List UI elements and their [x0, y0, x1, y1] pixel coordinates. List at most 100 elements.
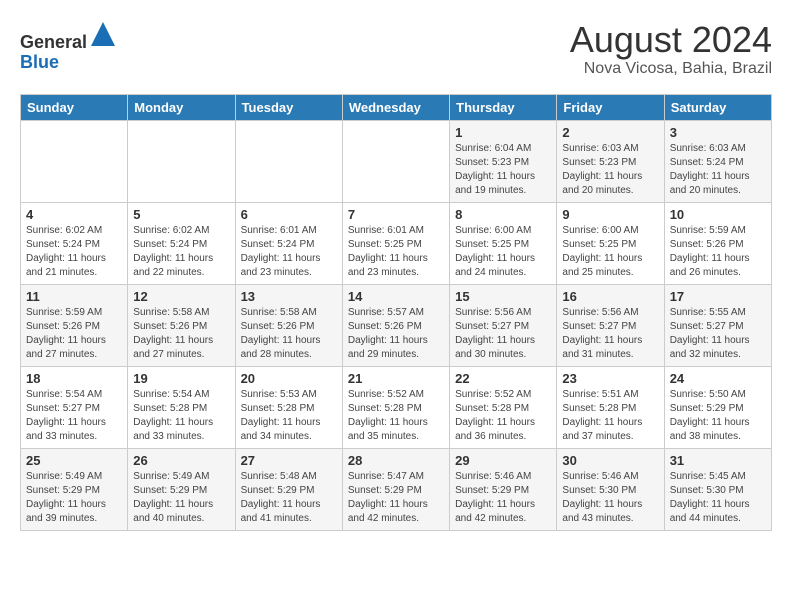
day-header-saturday: Saturday — [664, 94, 771, 120]
day-cell-1-4 — [342, 120, 449, 202]
day-header-friday: Friday — [557, 94, 664, 120]
day-info: Sunrise: 5:59 AM Sunset: 5:26 PM Dayligh… — [670, 224, 766, 280]
day-cell-4-3: 20 Sunrise: 5:53 AM Sunset: 5:28 PM Dayli… — [235, 366, 342, 448]
day-header-sunday: Sunday — [21, 94, 128, 120]
day-number: 11 — [26, 289, 122, 304]
day-cell-4-7: 24Sunrise: 5:50 AM Sunset: 5:29 PM Dayli… — [664, 366, 771, 448]
day-info: Sunrise: 5:46 AM Sunset: 5:30 PM Dayligh… — [562, 470, 658, 526]
day-cell-3-4: 14 Sunrise: 5:57 AM Sunset: 5:26 PM Dayli… — [342, 284, 449, 366]
day-cell-4-4: 21 Sunrise: 5:52 AM Sunset: 5:28 PM Dayli… — [342, 366, 449, 448]
day-cell-3-2: 12 Sunrise: 5:58 AM Sunset: 5:26 PM Dayli… — [128, 284, 235, 366]
day-cell-5-5: 29 Sunrise: 5:46 AM Sunset: 5:29 PM Dayli… — [450, 448, 557, 530]
day-header-monday: Monday — [128, 94, 235, 120]
day-info: Sunrise: 6:02 AM Sunset: 5:24 PM Dayligh… — [26, 224, 122, 280]
day-info: Sunrise: 5:46 AM Sunset: 5:29 PM Dayligh… — [455, 470, 551, 526]
day-cell-2-3: 6Sunrise: 6:01 AM Sunset: 5:24 PM Daylig… — [235, 202, 342, 284]
day-number: 2 — [562, 125, 658, 140]
day-info: Sunrise: 6:02 AM Sunset: 5:24 PM Dayligh… — [133, 224, 229, 280]
day-cell-2-5: 8 Sunrise: 6:00 AM Sunset: 5:25 PM Daylig… — [450, 202, 557, 284]
day-header-thursday: Thursday — [450, 94, 557, 120]
day-number: 12 — [133, 289, 229, 304]
page-header: General Blue August 2024 Nova Vicosa, Ba… — [20, 20, 772, 78]
day-number: 30 — [562, 453, 658, 468]
month-year: August 2024 — [570, 20, 772, 60]
day-cell-4-6: 23 Sunrise: 5:51 AM Sunset: 5:28 PM Dayli… — [557, 366, 664, 448]
day-cell-4-1: 18Sunrise: 5:54 AM Sunset: 5:27 PM Dayli… — [21, 366, 128, 448]
week-row-2: 4 Sunrise: 6:02 AM Sunset: 5:24 PM Daylig… — [21, 202, 772, 284]
day-number: 26 — [133, 453, 229, 468]
day-info: Sunrise: 5:45 AM Sunset: 5:30 PM Dayligh… — [670, 470, 766, 526]
day-cell-2-4: 7Sunrise: 6:01 AM Sunset: 5:25 PM Daylig… — [342, 202, 449, 284]
day-info: Sunrise: 5:58 AM Sunset: 5:26 PM Dayligh… — [133, 306, 229, 362]
day-info: Sunrise: 5:49 AM Sunset: 5:29 PM Dayligh… — [26, 470, 122, 526]
day-cell-1-7: 3Sunrise: 6:03 AM Sunset: 5:24 PM Daylig… — [664, 120, 771, 202]
week-row-4: 18Sunrise: 5:54 AM Sunset: 5:27 PM Dayli… — [21, 366, 772, 448]
day-number: 21 — [348, 371, 444, 386]
day-number: 20 — [241, 371, 337, 386]
week-row-1: 1Sunrise: 6:04 AM Sunset: 5:23 PM Daylig… — [21, 120, 772, 202]
day-number: 23 — [562, 371, 658, 386]
day-number: 7 — [348, 207, 444, 222]
day-number: 28 — [348, 453, 444, 468]
day-number: 14 — [348, 289, 444, 304]
day-info: Sunrise: 5:55 AM Sunset: 5:27 PM Dayligh… — [670, 306, 766, 362]
day-info: Sunrise: 5:52 AM Sunset: 5:28 PM Dayligh… — [348, 388, 444, 444]
day-info: Sunrise: 5:52 AM Sunset: 5:28 PM Dayligh… — [455, 388, 551, 444]
day-number: 25 — [26, 453, 122, 468]
day-cell-3-5: 15Sunrise: 5:56 AM Sunset: 5:27 PM Dayli… — [450, 284, 557, 366]
day-number: 9 — [562, 207, 658, 222]
week-row-3: 11Sunrise: 5:59 AM Sunset: 5:26 PM Dayli… — [21, 284, 772, 366]
day-cell-1-6: 2Sunrise: 6:03 AM Sunset: 5:23 PM Daylig… — [557, 120, 664, 202]
day-number: 5 — [133, 207, 229, 222]
day-number: 24 — [670, 371, 766, 386]
calendar-table: SundayMondayTuesdayWednesdayThursdayFrid… — [20, 94, 772, 531]
day-cell-5-7: 31 Sunrise: 5:45 AM Sunset: 5:30 PM Dayli… — [664, 448, 771, 530]
day-cell-2-6: 9Sunrise: 6:00 AM Sunset: 5:25 PM Daylig… — [557, 202, 664, 284]
day-number: 8 — [455, 207, 551, 222]
calendar-header-row: SundayMondayTuesdayWednesdayThursdayFrid… — [21, 94, 772, 120]
day-header-tuesday: Tuesday — [235, 94, 342, 120]
day-cell-4-2: 19Sunrise: 5:54 AM Sunset: 5:28 PM Dayli… — [128, 366, 235, 448]
day-info: Sunrise: 5:53 AM Sunset: 5:28 PM Dayligh… — [241, 388, 337, 444]
day-cell-3-6: 16 Sunrise: 5:56 AM Sunset: 5:27 PM Dayli… — [557, 284, 664, 366]
day-info: Sunrise: 5:56 AM Sunset: 5:27 PM Dayligh… — [562, 306, 658, 362]
day-cell-2-7: 10 Sunrise: 5:59 AM Sunset: 5:26 PM Dayli… — [664, 202, 771, 284]
day-number: 15 — [455, 289, 551, 304]
day-cell-3-1: 11Sunrise: 5:59 AM Sunset: 5:26 PM Dayli… — [21, 284, 128, 366]
day-number: 31 — [670, 453, 766, 468]
day-info: Sunrise: 5:57 AM Sunset: 5:26 PM Dayligh… — [348, 306, 444, 362]
day-cell-1-3 — [235, 120, 342, 202]
day-cell-4-5: 22 Sunrise: 5:52 AM Sunset: 5:28 PM Dayli… — [450, 366, 557, 448]
logo-blue: Blue — [20, 52, 59, 72]
day-cell-3-7: 17 Sunrise: 5:55 AM Sunset: 5:27 PM Dayli… — [664, 284, 771, 366]
day-info: Sunrise: 6:00 AM Sunset: 5:25 PM Dayligh… — [455, 224, 551, 280]
day-number: 3 — [670, 125, 766, 140]
day-cell-1-5: 1Sunrise: 6:04 AM Sunset: 5:23 PM Daylig… — [450, 120, 557, 202]
day-number: 17 — [670, 289, 766, 304]
day-info: Sunrise: 5:49 AM Sunset: 5:29 PM Dayligh… — [133, 470, 229, 526]
day-number: 22 — [455, 371, 551, 386]
day-number: 4 — [26, 207, 122, 222]
day-number: 1 — [455, 125, 551, 140]
day-cell-1-2 — [128, 120, 235, 202]
day-header-wednesday: Wednesday — [342, 94, 449, 120]
day-number: 19 — [133, 371, 229, 386]
day-number: 10 — [670, 207, 766, 222]
day-cell-5-3: 27Sunrise: 5:48 AM Sunset: 5:29 PM Dayli… — [235, 448, 342, 530]
day-number: 18 — [26, 371, 122, 386]
day-cell-5-6: 30 Sunrise: 5:46 AM Sunset: 5:30 PM Dayli… — [557, 448, 664, 530]
day-cell-2-2: 5 Sunrise: 6:02 AM Sunset: 5:24 PM Daylig… — [128, 202, 235, 284]
day-number: 16 — [562, 289, 658, 304]
day-info: Sunrise: 5:51 AM Sunset: 5:28 PM Dayligh… — [562, 388, 658, 444]
day-info: Sunrise: 5:58 AM Sunset: 5:26 PM Dayligh… — [241, 306, 337, 362]
location: Nova Vicosa, Bahia, Brazil — [570, 60, 772, 78]
calendar-body: 1Sunrise: 6:04 AM Sunset: 5:23 PM Daylig… — [21, 120, 772, 530]
day-number: 13 — [241, 289, 337, 304]
logo-icon — [89, 20, 117, 48]
day-cell-1-1 — [21, 120, 128, 202]
day-info: Sunrise: 6:01 AM Sunset: 5:24 PM Dayligh… — [241, 224, 337, 280]
day-number: 29 — [455, 453, 551, 468]
logo: General Blue — [20, 20, 117, 73]
day-cell-5-2: 26 Sunrise: 5:49 AM Sunset: 5:29 PM Dayli… — [128, 448, 235, 530]
day-cell-5-1: 25 Sunrise: 5:49 AM Sunset: 5:29 PM Dayli… — [21, 448, 128, 530]
